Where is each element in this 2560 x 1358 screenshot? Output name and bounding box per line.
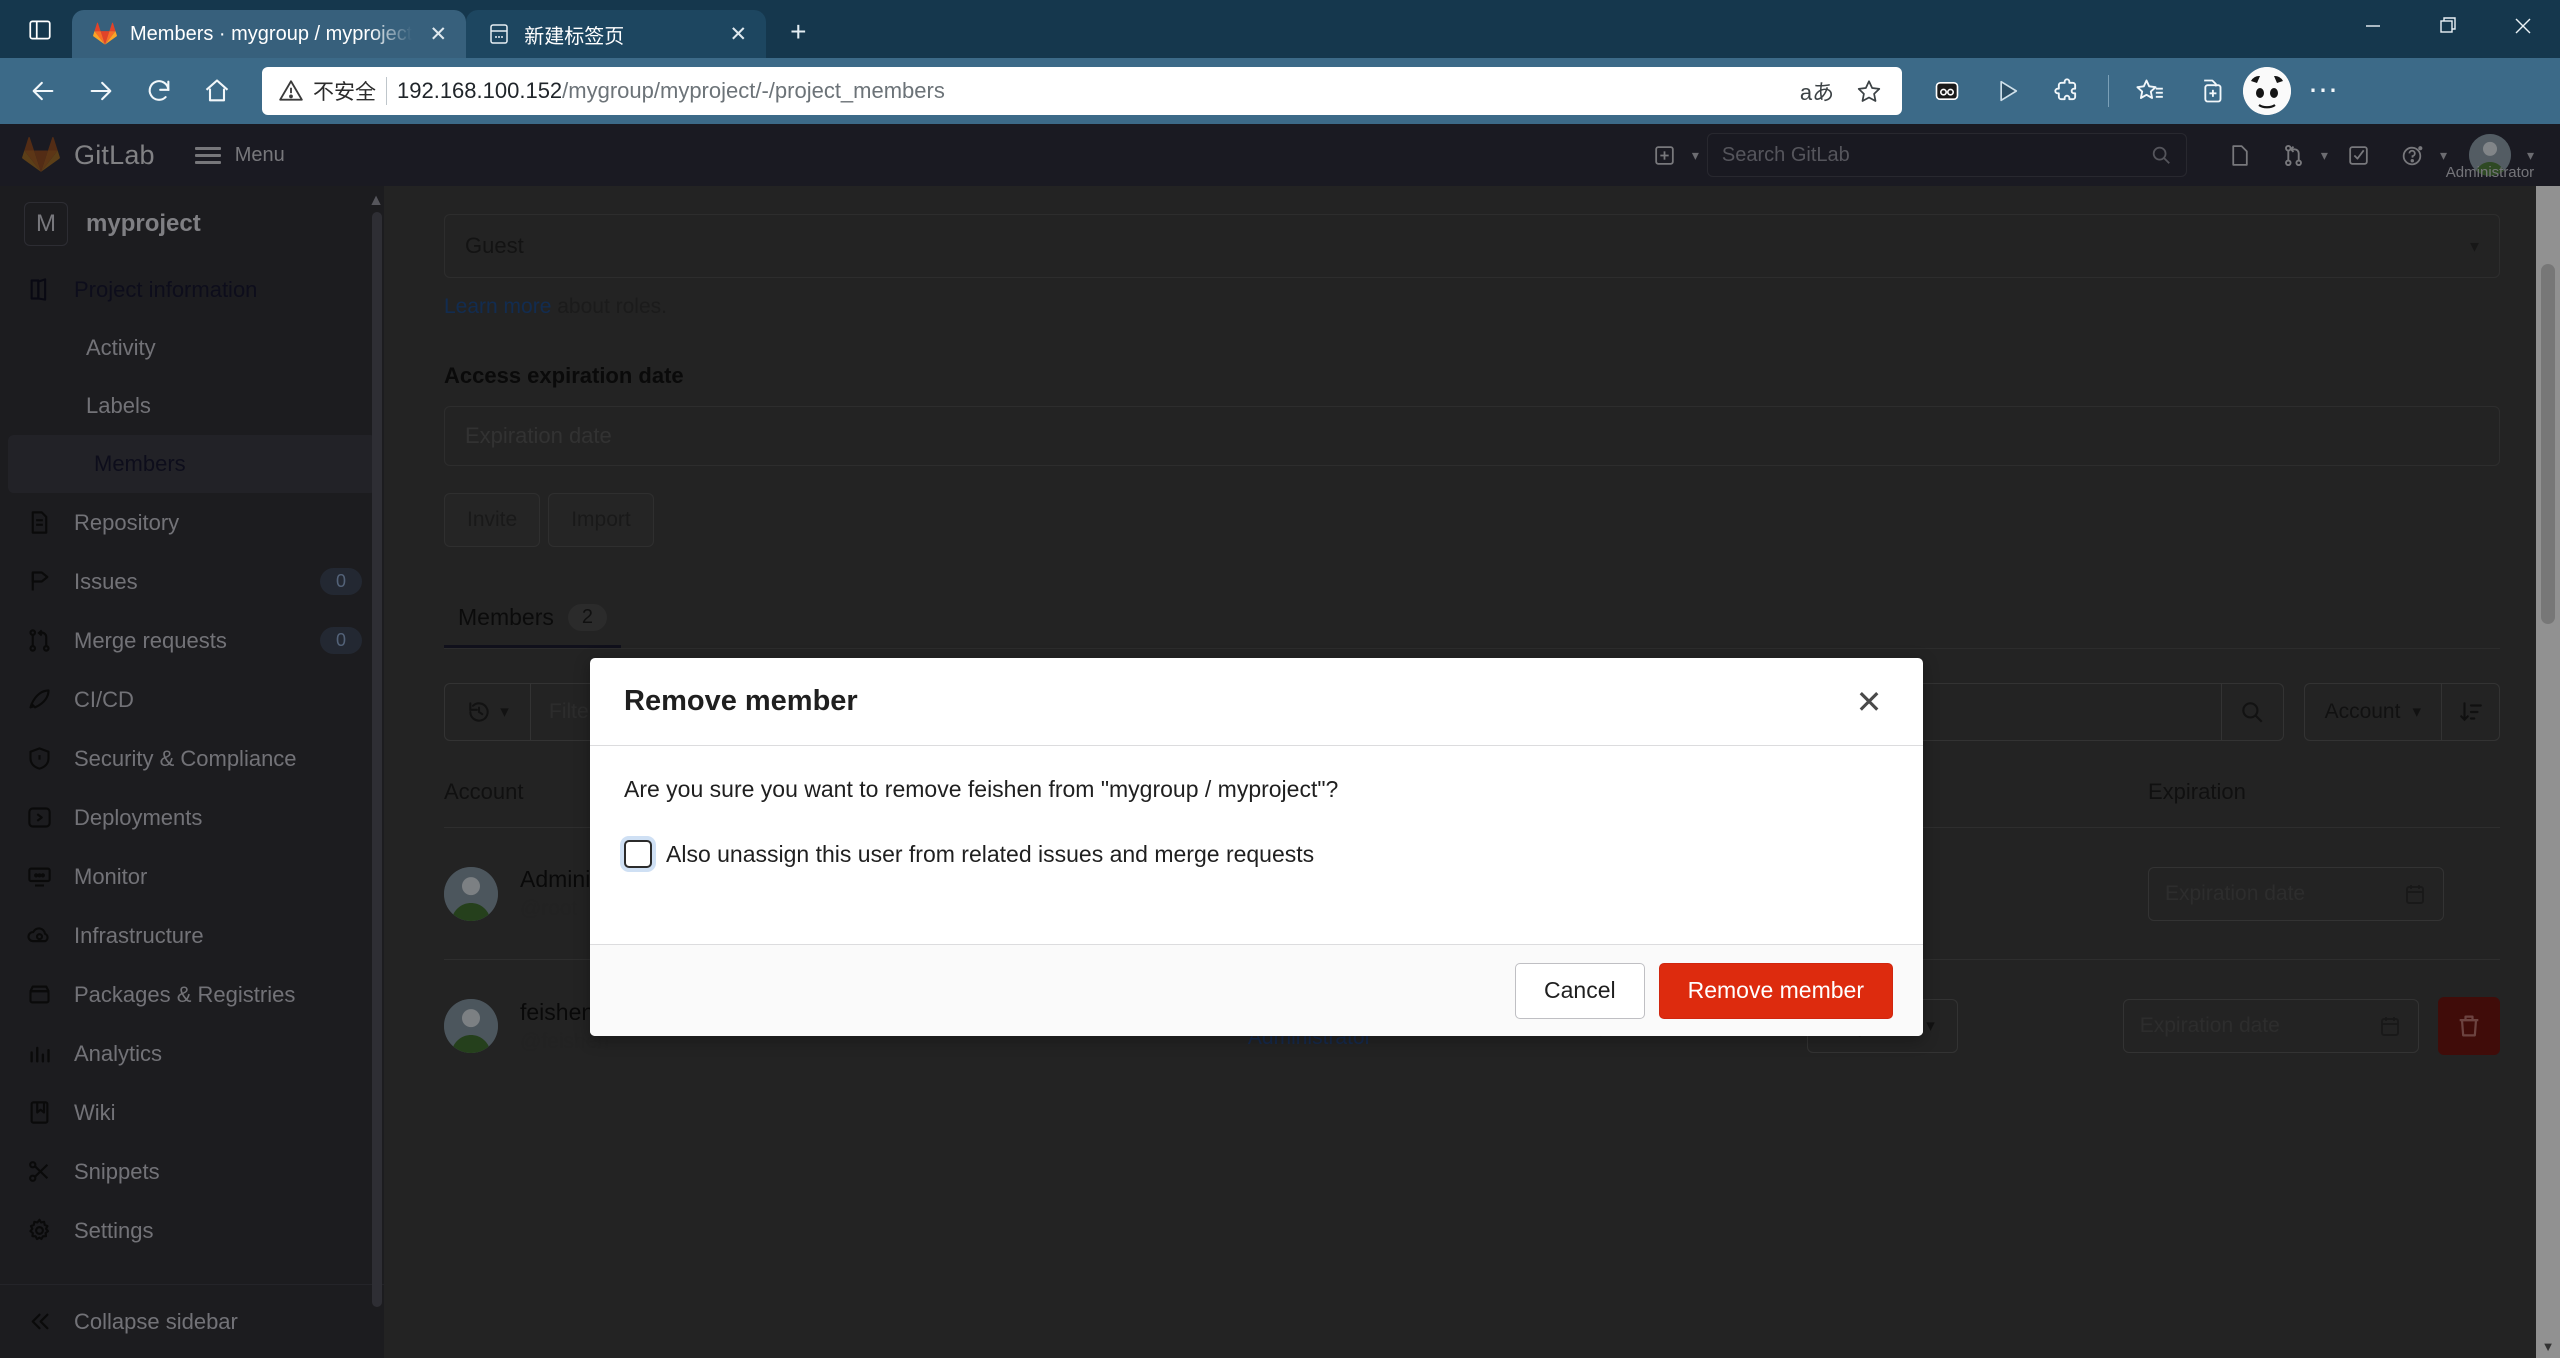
omnibox-divider xyxy=(386,77,387,105)
profile-avatar-icon[interactable] xyxy=(2243,67,2291,115)
modal-title: Remove member xyxy=(624,685,1849,718)
security-label: 不安全 xyxy=(313,76,376,106)
extensions-icon[interactable] xyxy=(2040,64,2094,118)
browser-tab-title: Members · mygroup / myproject xyxy=(130,23,412,46)
browser-tab-1[interactable]: 新建标签页 ✕ xyxy=(466,10,766,58)
split-screen-icon[interactable] xyxy=(1920,64,1974,118)
browser-toolbar: 不安全 192.168.100.152/mygroup/myproject/-/… xyxy=(0,58,2560,124)
toolbar-right-icons: ⋯ xyxy=(1920,64,2351,118)
new-tab-button[interactable]: + xyxy=(776,10,820,54)
modal-question: Are you sure you want to remove feishen … xyxy=(624,776,1889,803)
url-host: 192.168.100.152 xyxy=(397,78,562,103)
browser-tab-0[interactable]: Members · mygroup / myproject ✕ xyxy=(72,10,466,58)
close-icon[interactable]: ✕ xyxy=(1849,683,1889,721)
security-warning[interactable]: 不安全 xyxy=(278,76,376,106)
forward-button[interactable] xyxy=(74,64,128,118)
back-button[interactable] xyxy=(16,64,70,118)
star-icon[interactable] xyxy=(1848,70,1890,112)
browser-titlebar: Members · mygroup / myproject ✕ 新建标签页 ✕ … xyxy=(0,0,2560,58)
window-maximize-button[interactable] xyxy=(2410,0,2485,52)
browser-tab-title: 新建标签页 xyxy=(524,20,712,49)
play-icon[interactable] xyxy=(1980,64,2034,118)
confirm-remove-member-button[interactable]: Remove member xyxy=(1659,963,1893,1019)
modal-header: Remove member ✕ xyxy=(590,658,1923,746)
unassign-checkbox-row[interactable]: Also unassign this user from related iss… xyxy=(624,840,1889,868)
tabstrip: Members · mygroup / myproject ✕ 新建标签页 ✕ … xyxy=(72,0,820,58)
browser-window: Members · mygroup / myproject ✕ 新建标签页 ✕ … xyxy=(0,0,2560,1358)
unassign-checkbox[interactable] xyxy=(624,840,652,868)
collections-star-icon[interactable] xyxy=(2123,64,2177,118)
add-collection-icon[interactable] xyxy=(2183,64,2237,118)
gitlab-favicon-icon xyxy=(92,21,118,47)
cancel-button[interactable]: Cancel xyxy=(1515,963,1645,1019)
remove-member-modal: Remove member ✕ Are you sure you want to… xyxy=(590,658,1923,1036)
tab-close-icon[interactable]: ✕ xyxy=(724,20,752,48)
translate-icon[interactable]: aあ xyxy=(1796,70,1838,112)
window-minimize-button[interactable] xyxy=(2335,0,2410,52)
reload-button[interactable] xyxy=(132,64,186,118)
url-path: /mygroup/myproject/-/project_members xyxy=(562,78,945,103)
home-button[interactable] xyxy=(190,64,244,118)
address-bar[interactable]: 不安全 192.168.100.152/mygroup/myproject/-/… xyxy=(262,67,1902,115)
modal-body: Are you sure you want to remove feishen … xyxy=(590,746,1923,944)
toolbar-divider xyxy=(2108,75,2109,107)
url-text: 192.168.100.152/mygroup/myproject/-/proj… xyxy=(397,78,1786,104)
modal-footer: Cancel Remove member xyxy=(590,944,1923,1036)
window-close-button[interactable] xyxy=(2485,0,2560,52)
more-icon[interactable]: ⋯ xyxy=(2297,64,2351,118)
tab-actions-icon[interactable] xyxy=(18,8,62,52)
tab-close-icon[interactable]: ✕ xyxy=(424,20,452,48)
window-controls xyxy=(2335,0,2560,52)
unassign-checkbox-label: Also unassign this user from related iss… xyxy=(666,841,1314,868)
newtab-favicon-icon xyxy=(486,21,512,47)
gitlab-page: GitLab Menu ▾ Search GitLab xyxy=(0,124,2560,1358)
